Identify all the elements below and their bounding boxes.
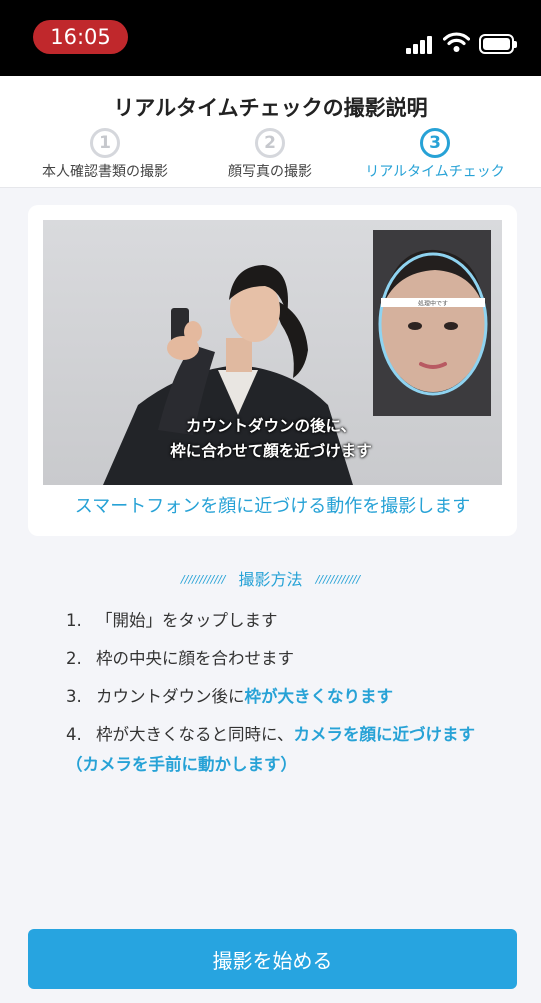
start-capture-button[interactable]: 撮影を始める bbox=[28, 929, 517, 989]
step-2-label: 顔写真の撮影 bbox=[228, 164, 312, 180]
step-3-number: 3 bbox=[420, 128, 450, 158]
list-item-number: 3. bbox=[66, 687, 82, 706]
list-item: 1. 「開始」をタップします bbox=[66, 606, 506, 636]
video-caption-line-2: 枠に合わせて顔を近づけます bbox=[170, 442, 372, 460]
step-1-label: 本人確認書類の撮影 bbox=[42, 164, 168, 180]
list-item-text: 枠の中央に顔を合わせます bbox=[96, 649, 294, 668]
list-item-text: 枠が大きくなると同時に、 bbox=[96, 725, 294, 744]
list-item-number: 4. bbox=[66, 725, 82, 744]
instructions-heading: //////////// 撮影方法 //////////// bbox=[0, 566, 541, 590]
step-1: 1 本人確認書類の撮影 bbox=[15, 128, 195, 181]
video-caption-line-1: カウントダウンの後に、 bbox=[185, 417, 357, 435]
step-3-label: リアルタイムチェック bbox=[365, 164, 505, 180]
status-time: 16:05 bbox=[33, 20, 128, 54]
list-item: 4. 枠が大きくなると同時に、カメラを顔に近づけます（カメラを手前に動かします） bbox=[66, 720, 506, 780]
status-bar: 16:05 bbox=[0, 0, 541, 76]
list-item-number: 2. bbox=[66, 649, 82, 668]
wifi-icon bbox=[443, 32, 470, 52]
header: リアルタイムチェックの撮影説明 1 本人確認書類の撮影 2 顔写真の撮影 3 リ… bbox=[0, 76, 541, 188]
instruction-video: 処理中です カウントダウンの後に、 枠に合わせて顔を近づけます bbox=[43, 220, 502, 485]
inset-processing-label: 処理中です bbox=[418, 300, 448, 308]
page-title: リアルタイムチェックの撮影説明 bbox=[113, 96, 428, 120]
list-item: 2. 枠の中央に顔を合わせます bbox=[66, 644, 506, 674]
cellular-signal-icon bbox=[406, 34, 434, 54]
video-overlay-caption: カウントダウンの後に、 枠に合わせて顔を近づけます bbox=[141, 414, 401, 464]
image-card: 処理中です カウントダウンの後に、 枠に合わせて顔を近づけます スマートフォンを… bbox=[28, 205, 517, 536]
step-1-number: 1 bbox=[90, 128, 120, 158]
instructions-list: 1. 「開始」をタップします 2. 枠の中央に顔を合わせます 3. カウントダウン後に… bbox=[66, 606, 506, 788]
list-item-text: 「開始」をタップします bbox=[96, 611, 278, 630]
step-3: 3 リアルタイムチェック bbox=[345, 128, 525, 181]
heading-decoration-right: //////////// bbox=[315, 573, 361, 586]
card-caption: スマートフォンを顔に近づける動作を撮影します bbox=[74, 496, 471, 517]
heading-decoration-left: //////////// bbox=[180, 573, 226, 586]
instructions-heading-text: 撮影方法 bbox=[238, 570, 303, 589]
list-item: 3. カウントダウン後に枠が大きくなります bbox=[66, 682, 506, 712]
battery-icon bbox=[479, 34, 517, 54]
step-2: 2 顔写真の撮影 bbox=[180, 128, 360, 181]
list-item-highlight: 枠が大きくなります bbox=[244, 687, 394, 706]
list-item-text: カウントダウン後に bbox=[96, 687, 245, 706]
step-2-number: 2 bbox=[255, 128, 285, 158]
list-item-number: 1. bbox=[66, 611, 82, 630]
